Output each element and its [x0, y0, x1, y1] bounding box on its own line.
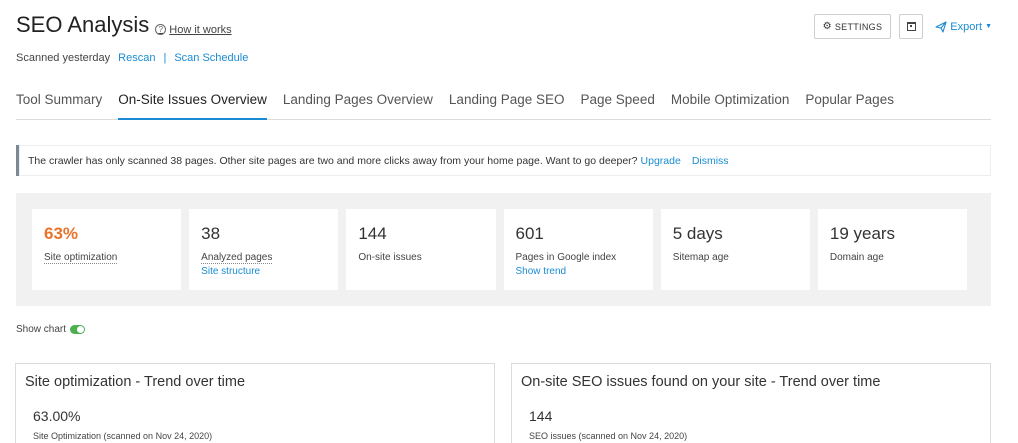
seo-issues-trend-panel: On-site SEO issues found on your site - … — [511, 363, 991, 443]
tab-mobile-optimization[interactable]: Mobile Optimization — [671, 90, 790, 120]
tab-on-site-issues-overview[interactable]: On-Site Issues Overview — [118, 90, 267, 120]
metric-value: 63% — [44, 224, 79, 243]
metric-label: Domain age — [829, 252, 884, 263]
tab-landing-page-seo[interactable]: Landing Page SEO — [449, 90, 565, 120]
panel-caption: SEO issues (scanned on Nov 24, 2020) — [529, 431, 688, 441]
scan-status: Scanned yesterday — [16, 52, 111, 64]
panel-title: Site optimization - Trend over time — [25, 374, 246, 390]
crawler-notice: The crawler has only scanned 38 pages. O… — [16, 145, 991, 176]
metric-card-on-site-issues: 144 On-site issues — [346, 209, 496, 290]
rescan-link[interactable]: Rescan — [118, 52, 155, 64]
how-it-works-label: How it works — [169, 23, 232, 36]
tab-landing-pages-overview[interactable]: Landing Pages Overview — [283, 90, 433, 120]
calendar-icon — [906, 22, 916, 31]
header-actions: ⚙ SETTINGS Export ▼ — [813, 14, 992, 39]
metric-card-google-index: 601 Pages in Google index Show trend — [503, 209, 653, 290]
separator: | — [163, 52, 167, 64]
chevron-down-icon: ▼ — [985, 23, 992, 30]
show-chart-toggle[interactable] — [70, 325, 86, 334]
dismiss-link[interactable]: Dismiss — [692, 155, 729, 167]
show-chart-label: Show chart — [16, 324, 67, 335]
metric-label: Sitemap age — [672, 252, 729, 263]
show-chart-row: Show chart — [16, 324, 86, 335]
panel-value: 144 — [529, 408, 553, 424]
metric-label: Site optimization — [44, 252, 118, 264]
metric-card-analyzed-pages: 38 Analyzed pages Site structure — [189, 209, 339, 290]
panel-title: On-site SEO issues found on your site - … — [521, 374, 881, 390]
metric-value: 19 years — [829, 224, 896, 243]
page-title: SEO Analysis — [16, 12, 150, 37]
site-structure-link[interactable]: Site structure — [201, 266, 326, 277]
export-label: Export — [950, 20, 983, 33]
metrics-strip: 63% Site optimization 38 Analyzed pages … — [16, 193, 991, 306]
metric-label: On-site issues — [358, 252, 422, 263]
settings-button[interactable]: ⚙ SETTINGS — [813, 14, 892, 39]
metric-card-site-optimization: 63% Site optimization — [32, 209, 182, 290]
tab-popular-pages[interactable]: Popular Pages — [805, 90, 894, 120]
panel-caption: Site Optimization (scanned on Nov 24, 20… — [33, 431, 213, 441]
help-circle-icon: ? — [155, 24, 167, 35]
send-icon — [935, 20, 947, 33]
how-it-works-link[interactable]: ? How it works — [155, 23, 232, 36]
metric-value: 144 — [358, 224, 387, 243]
metric-value: 38 — [201, 224, 221, 243]
scan-status-row: Scanned yesterday Rescan | Scan Schedule — [16, 52, 248, 64]
notice-text: The crawler has only scanned 38 pages. O… — [28, 154, 638, 167]
calendar-button[interactable] — [899, 14, 924, 39]
tab-page-speed[interactable]: Page Speed — [581, 90, 655, 120]
export-button[interactable]: Export ▼ — [935, 21, 992, 33]
tab-tool-summary[interactable]: Tool Summary — [16, 90, 102, 120]
metric-card-domain-age: 19 years Domain age — [817, 209, 968, 290]
metric-label: Pages in Google index — [515, 252, 617, 263]
metric-card-sitemap-age: 5 days Sitemap age — [660, 209, 810, 290]
page-header: SEO Analysis ? How it works — [16, 12, 232, 38]
show-trend-link[interactable]: Show trend — [516, 266, 641, 277]
metric-label: Analyzed pages — [201, 252, 273, 264]
upgrade-link[interactable]: Upgrade — [641, 155, 681, 167]
metric-value: 5 days — [672, 224, 723, 243]
site-optimization-trend-panel: Site optimization - Trend over time 63.0… — [15, 363, 495, 443]
scan-schedule-link[interactable]: Scan Schedule — [174, 52, 248, 64]
gear-icon: ⚙ — [822, 21, 832, 32]
metric-value: 601 — [515, 224, 544, 243]
settings-label: SETTINGS — [834, 21, 883, 32]
tab-bar: Tool Summary On-Site Issues Overview Lan… — [16, 90, 991, 120]
panel-value: 63.00% — [33, 408, 81, 424]
